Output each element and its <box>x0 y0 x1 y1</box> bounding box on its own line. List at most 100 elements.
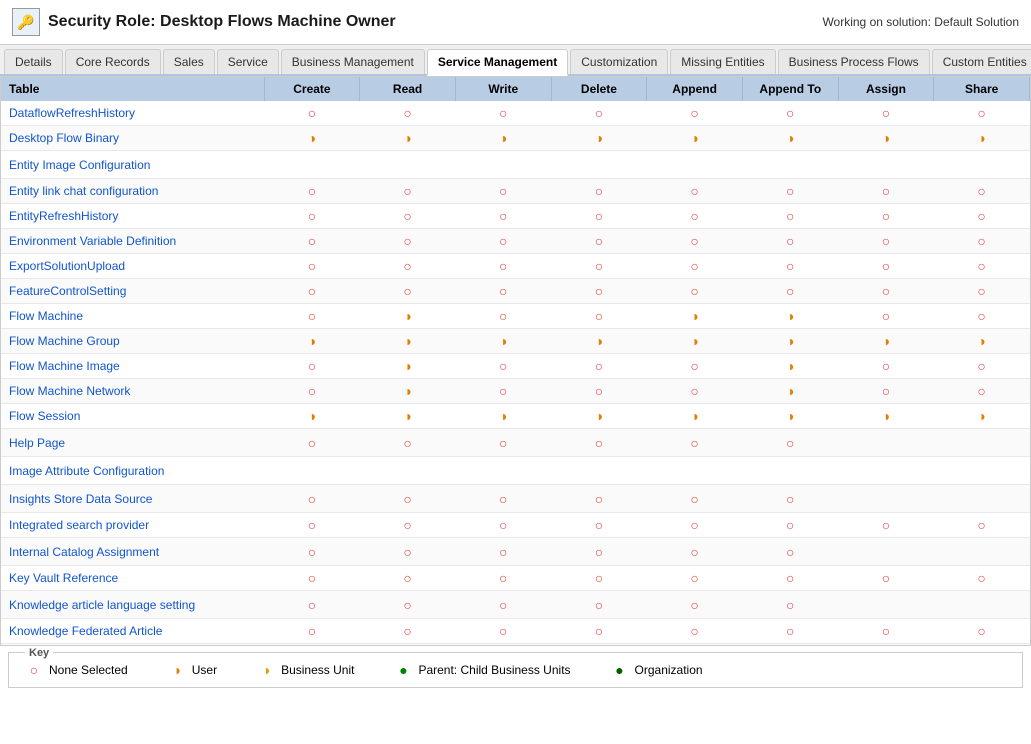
perm-read[interactable]: ○ <box>360 279 456 304</box>
perm-write[interactable]: ○ <box>455 429 551 457</box>
perm-write[interactable]: ○ <box>455 101 551 126</box>
row-name[interactable]: Flow Machine Group <box>1 329 264 354</box>
perm-assign[interactable]: ◑ <box>838 329 934 354</box>
perm-write[interactable]: ○ <box>455 354 551 379</box>
perm-read[interactable]: ◑ <box>360 329 456 354</box>
perm-delete[interactable]: ○ <box>551 204 647 229</box>
perm-share[interactable]: ○ <box>934 566 1030 591</box>
perm-append[interactable]: ◑ <box>647 126 743 151</box>
perm-share[interactable] <box>934 429 1030 457</box>
perm-create[interactable]: ○ <box>264 179 360 204</box>
perm-assign[interactable]: ○ <box>838 379 934 404</box>
perm-appendTo[interactable]: ◑ <box>742 379 838 404</box>
perm-write[interactable]: ○ <box>455 229 551 254</box>
perm-append[interactable]: ◑ <box>647 329 743 354</box>
perm-create[interactable]: ○ <box>264 304 360 329</box>
perm-read[interactable]: ○ <box>360 513 456 538</box>
perm-write[interactable]: ○ <box>455 513 551 538</box>
perm-create[interactable]: ◑ <box>264 329 360 354</box>
perm-assign[interactable]: ○ <box>838 566 934 591</box>
perm-assign[interactable]: ◑ <box>838 126 934 151</box>
perm-share[interactable]: ○ <box>934 101 1030 126</box>
perm-write[interactable]: ○ <box>455 538 551 566</box>
perm-share[interactable] <box>934 485 1030 513</box>
perm-write[interactable]: ○ <box>455 254 551 279</box>
perm-create[interactable]: ○ <box>264 485 360 513</box>
perm-append[interactable]: ○ <box>647 485 743 513</box>
perm-appendTo[interactable]: ○ <box>742 254 838 279</box>
perm-delete[interactable]: ○ <box>551 354 647 379</box>
perm-appendTo[interactable] <box>742 151 838 179</box>
row-name[interactable]: Internal Catalog Assignment <box>1 538 264 566</box>
perm-assign[interactable] <box>838 151 934 179</box>
perm-append[interactable]: ◑ <box>647 404 743 429</box>
perm-delete[interactable]: ○ <box>551 279 647 304</box>
perm-append[interactable]: ○ <box>647 566 743 591</box>
perm-appendTo[interactable]: ○ <box>742 279 838 304</box>
perm-write[interactable]: ○ <box>455 566 551 591</box>
perm-delete[interactable]: ○ <box>551 513 647 538</box>
perm-delete[interactable]: ◑ <box>551 404 647 429</box>
tab-details[interactable]: Details <box>4 49 63 74</box>
perm-write[interactable]: ○ <box>455 644 551 647</box>
perm-share[interactable]: ○ <box>934 254 1030 279</box>
perm-assign[interactable]: ○ <box>838 254 934 279</box>
perm-delete[interactable]: ○ <box>551 566 647 591</box>
perm-write[interactable]: ○ <box>455 179 551 204</box>
perm-write[interactable]: ◑ <box>455 404 551 429</box>
perm-write[interactable]: ○ <box>455 204 551 229</box>
perm-create[interactable]: ○ <box>264 101 360 126</box>
perm-appendTo[interactable]: ○ <box>742 566 838 591</box>
tab-service-management[interactable]: Service Management <box>427 49 568 76</box>
perm-read[interactable]: ◑ <box>360 379 456 404</box>
perm-create[interactable]: ○ <box>264 513 360 538</box>
tab-core-records[interactable]: Core Records <box>65 49 161 74</box>
perm-read[interactable]: ◑ <box>360 354 456 379</box>
perm-delete[interactable]: ○ <box>551 485 647 513</box>
row-name[interactable]: Insights Store Data Source <box>1 485 264 513</box>
perm-appendTo[interactable]: ○ <box>742 485 838 513</box>
perm-assign[interactable]: ○ <box>838 304 934 329</box>
perm-create[interactable]: ○ <box>264 229 360 254</box>
perm-delete[interactable]: ○ <box>551 254 647 279</box>
tab-business-process-flows[interactable]: Business Process Flows <box>778 49 930 74</box>
row-name[interactable]: ExportSolutionUpload <box>1 254 264 279</box>
perm-append[interactable]: ○ <box>647 279 743 304</box>
perm-share[interactable] <box>934 457 1030 485</box>
perm-write[interactable]: ○ <box>455 279 551 304</box>
perm-assign[interactable]: ○ <box>838 619 934 644</box>
perm-assign[interactable] <box>838 429 934 457</box>
perm-append[interactable]: ○ <box>647 619 743 644</box>
row-name[interactable]: Knowledge Federated Article Incident <box>1 644 264 647</box>
row-name[interactable]: Knowledge Federated Article <box>1 619 264 644</box>
perm-appendTo[interactable]: ○ <box>742 538 838 566</box>
perm-write[interactable]: ○ <box>455 304 551 329</box>
perm-assign[interactable] <box>838 644 934 647</box>
perm-appendTo[interactable]: ◑ <box>742 304 838 329</box>
perm-delete[interactable]: ○ <box>551 379 647 404</box>
perm-write[interactable]: ◑ <box>455 329 551 354</box>
perm-read[interactable]: ◑ <box>360 404 456 429</box>
perm-appendTo[interactable]: ○ <box>742 204 838 229</box>
perm-share[interactable] <box>934 151 1030 179</box>
perm-append[interactable]: ○ <box>647 179 743 204</box>
perm-share[interactable]: ○ <box>934 304 1030 329</box>
perm-assign[interactable] <box>838 457 934 485</box>
perm-delete[interactable]: ○ <box>551 538 647 566</box>
row-name[interactable]: Key Vault Reference <box>1 566 264 591</box>
perm-read[interactable]: ○ <box>360 204 456 229</box>
perm-delete[interactable]: ◑ <box>551 126 647 151</box>
row-name[interactable]: Entity link chat configuration <box>1 179 264 204</box>
row-name[interactable]: Knowledge article language setting <box>1 591 264 619</box>
perm-create[interactable] <box>264 457 360 485</box>
perm-assign[interactable]: ○ <box>838 513 934 538</box>
perm-share[interactable]: ◑ <box>934 329 1030 354</box>
perm-write[interactable]: ○ <box>455 591 551 619</box>
row-name[interactable]: Flow Machine Image <box>1 354 264 379</box>
perm-appendTo[interactable]: ○ <box>742 101 838 126</box>
perm-read[interactable]: ○ <box>360 254 456 279</box>
row-name[interactable]: Image Attribute Configuration <box>1 457 264 485</box>
perm-share[interactable]: ○ <box>934 354 1030 379</box>
tab-business-management[interactable]: Business Management <box>281 49 425 74</box>
perm-delete[interactable]: ○ <box>551 619 647 644</box>
